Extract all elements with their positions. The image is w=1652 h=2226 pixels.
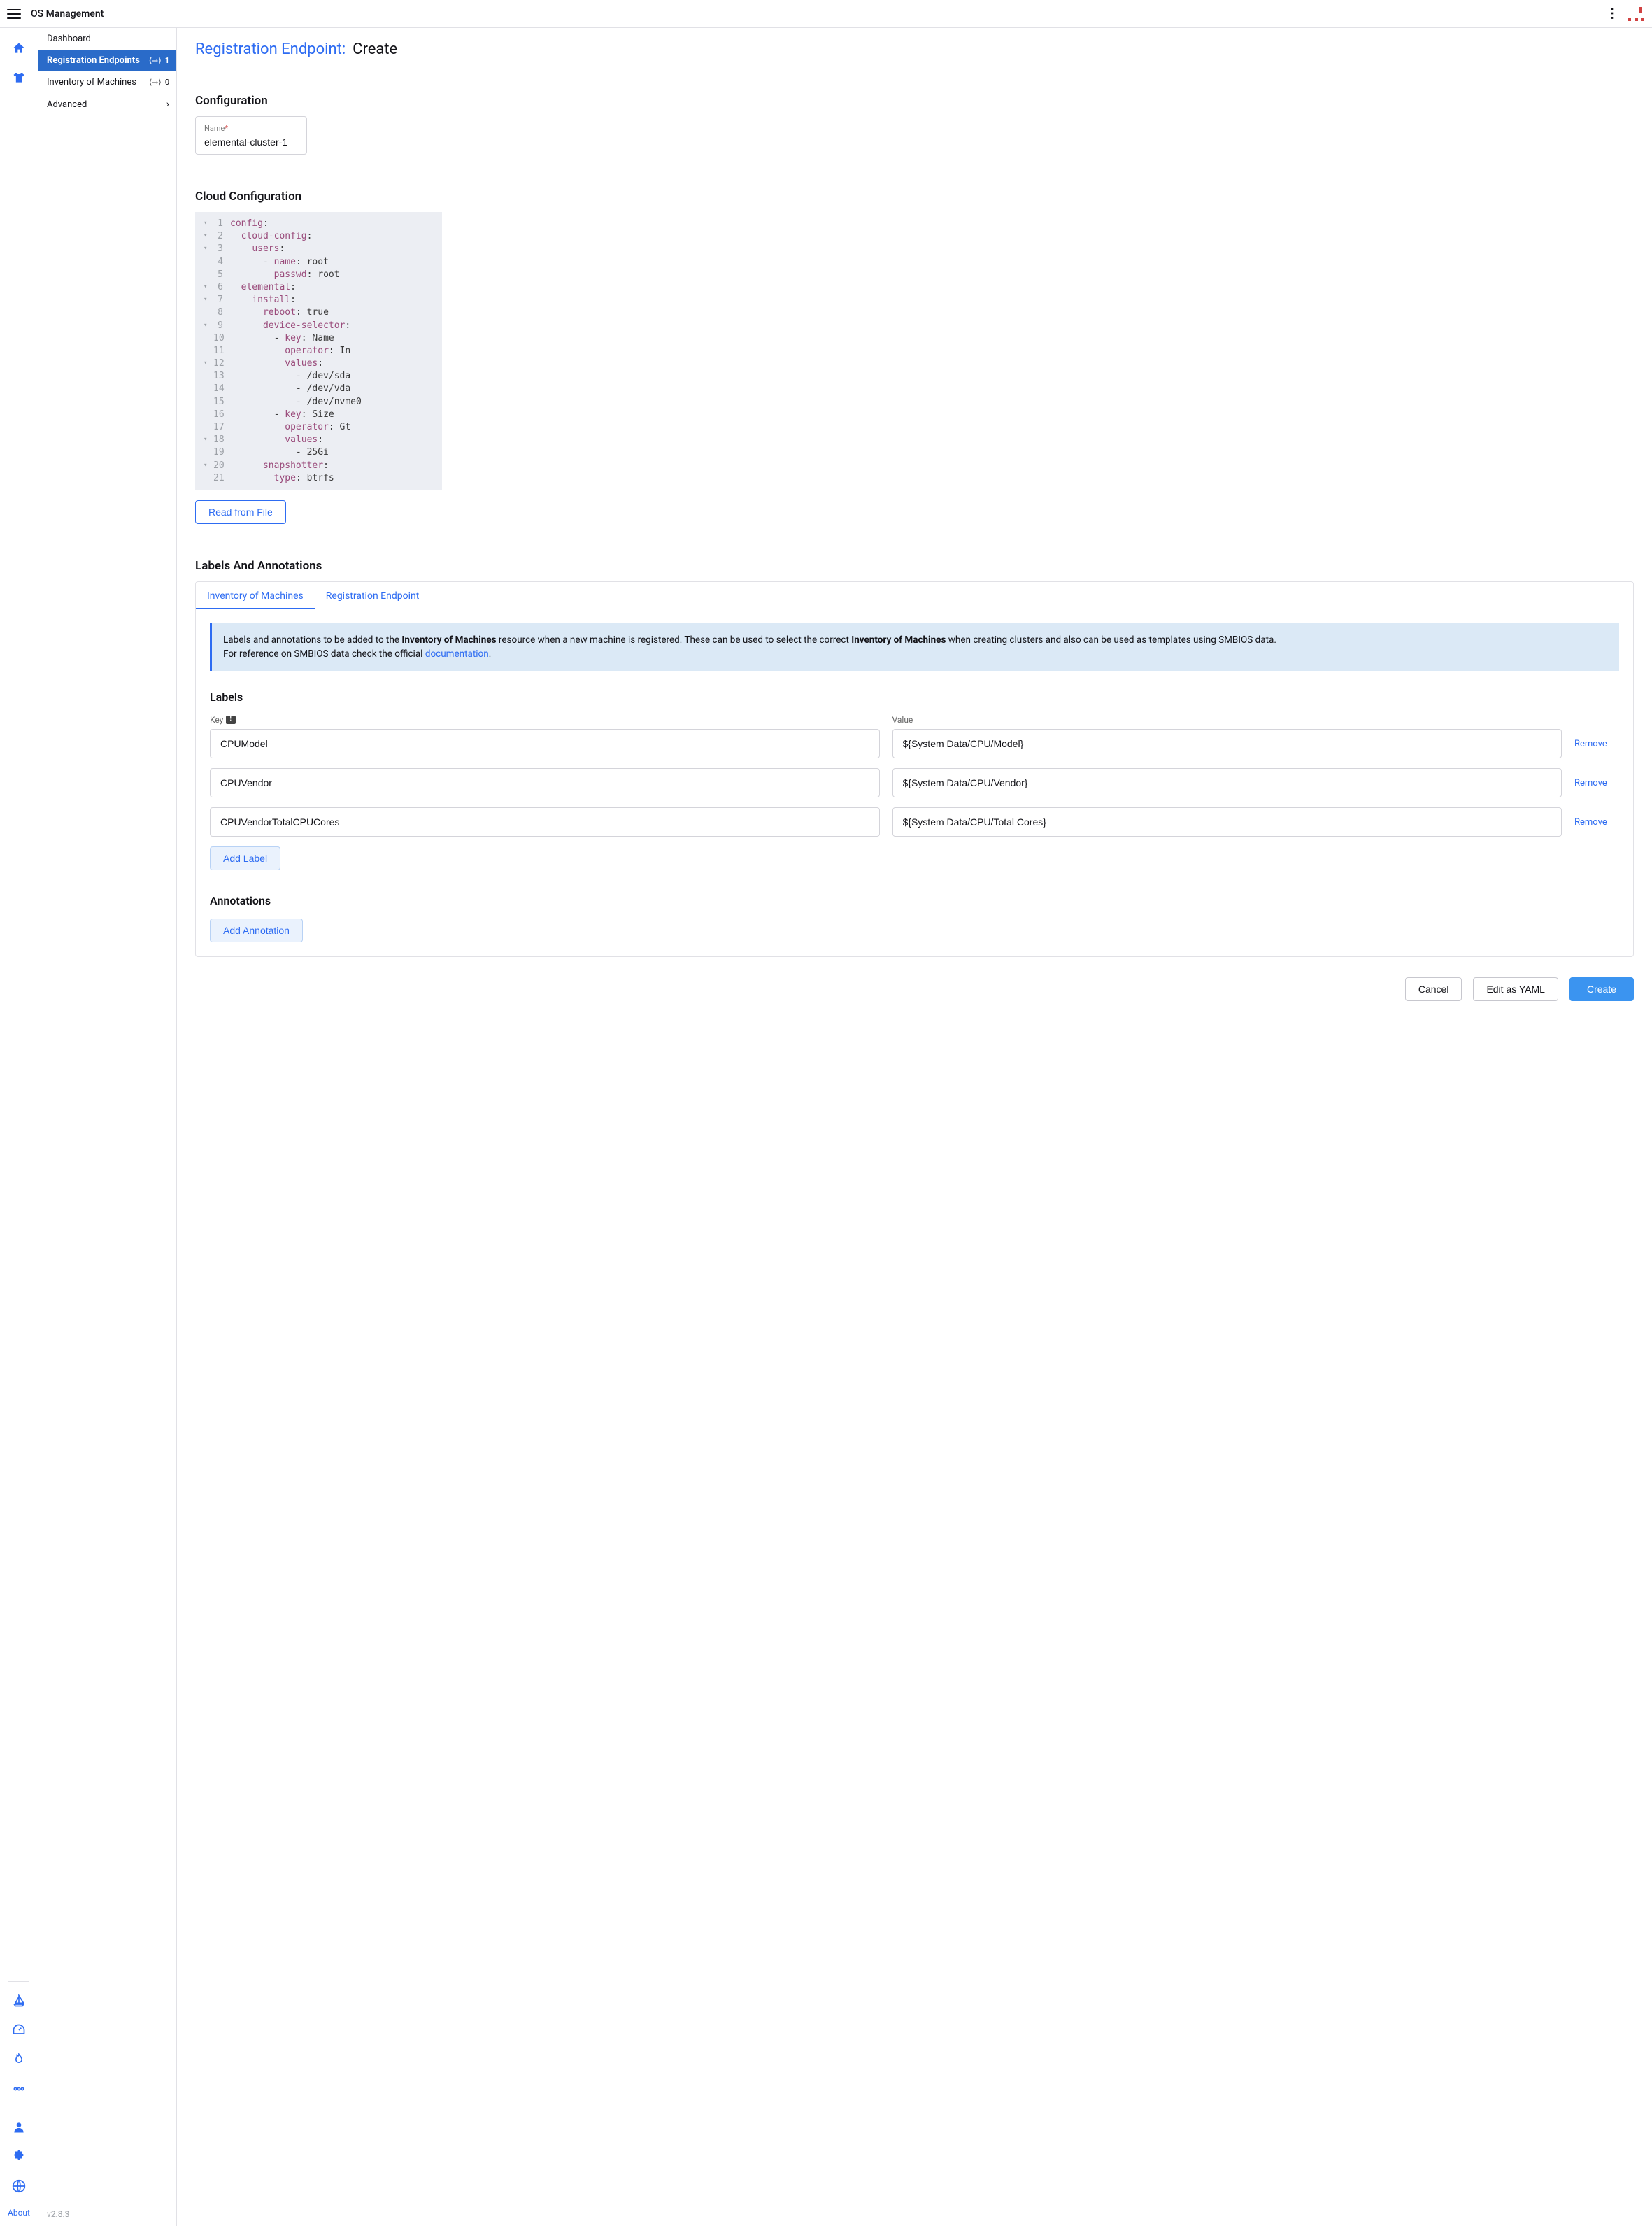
topbar: OS Management ⋮ bbox=[0, 0, 1652, 28]
info-box: Labels and annotations to be added to th… bbox=[210, 623, 1619, 672]
label-row: Remove bbox=[210, 807, 1619, 837]
labels-annotations-heading: Labels And Annotations bbox=[195, 559, 1634, 573]
label-key-input[interactable] bbox=[210, 729, 880, 758]
add-label-button[interactable]: Add Label bbox=[210, 846, 280, 870]
main: Registration Endpoint: Create Configurat… bbox=[177, 28, 1652, 2226]
tab-inventory[interactable]: Inventory of Machines bbox=[196, 582, 315, 609]
remove-link[interactable]: Remove bbox=[1574, 817, 1607, 828]
create-button[interactable]: Create bbox=[1569, 977, 1634, 1001]
nav-advanced[interactable]: Advanced › bbox=[38, 93, 176, 115]
home-icon[interactable] bbox=[11, 41, 27, 56]
yaml-editor[interactable]: ▾1config:▾2 cloud-config:▾3 users:4 - na… bbox=[195, 212, 442, 490]
nav-label: Registration Endpoints bbox=[47, 55, 140, 66]
page-title-prefix: Registration Endpoint: bbox=[195, 41, 346, 58]
page-title-suffix: Create bbox=[353, 41, 397, 58]
tabs: Inventory of Machines Registration Endpo… bbox=[196, 582, 1633, 609]
annotations-subheading: Annotations bbox=[210, 894, 1619, 907]
globe-icon[interactable] bbox=[11, 2178, 27, 2194]
remove-link[interactable]: Remove bbox=[1574, 739, 1607, 749]
name-field-wrapper: Name* bbox=[195, 116, 307, 155]
nav-dashboard[interactable]: Dashboard bbox=[38, 28, 176, 50]
user-icon[interactable] bbox=[11, 2120, 27, 2135]
label-key-input[interactable] bbox=[210, 807, 880, 837]
about-link[interactable]: About bbox=[8, 2208, 30, 2218]
sidenav: Dashboard Registration Endpoints ⟨⟶⟩1 In… bbox=[38, 28, 177, 2226]
dashboard-icon[interactable] bbox=[11, 2022, 27, 2038]
nav-badge: ⟨⟶⟩0 bbox=[148, 78, 169, 87]
name-label: Name* bbox=[204, 124, 228, 133]
read-from-file-button[interactable]: Read from File bbox=[195, 500, 286, 524]
fire-icon[interactable] bbox=[11, 2052, 27, 2067]
footer-bar: Cancel Edit as YAML Create bbox=[195, 967, 1634, 1001]
cancel-button[interactable]: Cancel bbox=[1405, 977, 1462, 1001]
key-col-label: Key bbox=[210, 715, 223, 725]
nav-inventory[interactable]: Inventory of Machines ⟨⟶⟩0 bbox=[38, 71, 176, 93]
labels-subheading: Labels bbox=[210, 690, 1619, 704]
name-input[interactable] bbox=[204, 136, 298, 148]
tshirt-icon[interactable] bbox=[11, 70, 27, 85]
documentation-link[interactable]: documentation bbox=[425, 648, 489, 660]
brand-logo bbox=[1627, 6, 1644, 22]
version-label: v2.8.3 bbox=[38, 2202, 176, 2226]
nav-label: Advanced bbox=[47, 99, 87, 110]
label-row: Remove bbox=[210, 729, 1619, 758]
chain-icon[interactable] bbox=[11, 2081, 27, 2097]
label-key-input[interactable] bbox=[210, 768, 880, 797]
info-icon[interactable] bbox=[226, 716, 236, 724]
nav-label: Inventory of Machines bbox=[47, 77, 136, 87]
label-value-input[interactable] bbox=[892, 768, 1562, 797]
label-value-input[interactable] bbox=[892, 807, 1562, 837]
label-value-input[interactable] bbox=[892, 729, 1562, 758]
remove-link[interactable]: Remove bbox=[1574, 778, 1607, 788]
nav-label: Dashboard bbox=[47, 34, 91, 44]
tab-registration-endpoint[interactable]: Registration Endpoint bbox=[315, 582, 431, 609]
sailboat-icon[interactable] bbox=[11, 1993, 27, 2008]
edit-yaml-button[interactable]: Edit as YAML bbox=[1473, 977, 1558, 1001]
kv-header: Key Value bbox=[210, 715, 1619, 725]
labels-annotations-panel: Inventory of Machines Registration Endpo… bbox=[195, 581, 1634, 958]
nav-registration-endpoints[interactable]: Registration Endpoints ⟨⟶⟩1 bbox=[38, 50, 176, 71]
chevron-right-icon: › bbox=[166, 99, 169, 110]
page-title: Registration Endpoint: Create bbox=[195, 41, 1634, 58]
kebab-menu-icon[interactable]: ⋮ bbox=[1606, 6, 1618, 21]
menu-icon[interactable] bbox=[6, 6, 22, 22]
cloud-config-heading: Cloud Configuration bbox=[195, 190, 1634, 204]
add-annotation-button[interactable]: Add Annotation bbox=[210, 919, 303, 942]
app-title: OS Management bbox=[31, 8, 104, 20]
puzzle-icon[interactable] bbox=[11, 2149, 27, 2164]
configuration-heading: Configuration bbox=[195, 94, 1634, 108]
label-row: Remove bbox=[210, 768, 1619, 797]
icon-rail: About bbox=[0, 28, 38, 2226]
nav-badge: ⟨⟶⟩1 bbox=[148, 56, 169, 65]
value-col-label: Value bbox=[892, 715, 913, 725]
